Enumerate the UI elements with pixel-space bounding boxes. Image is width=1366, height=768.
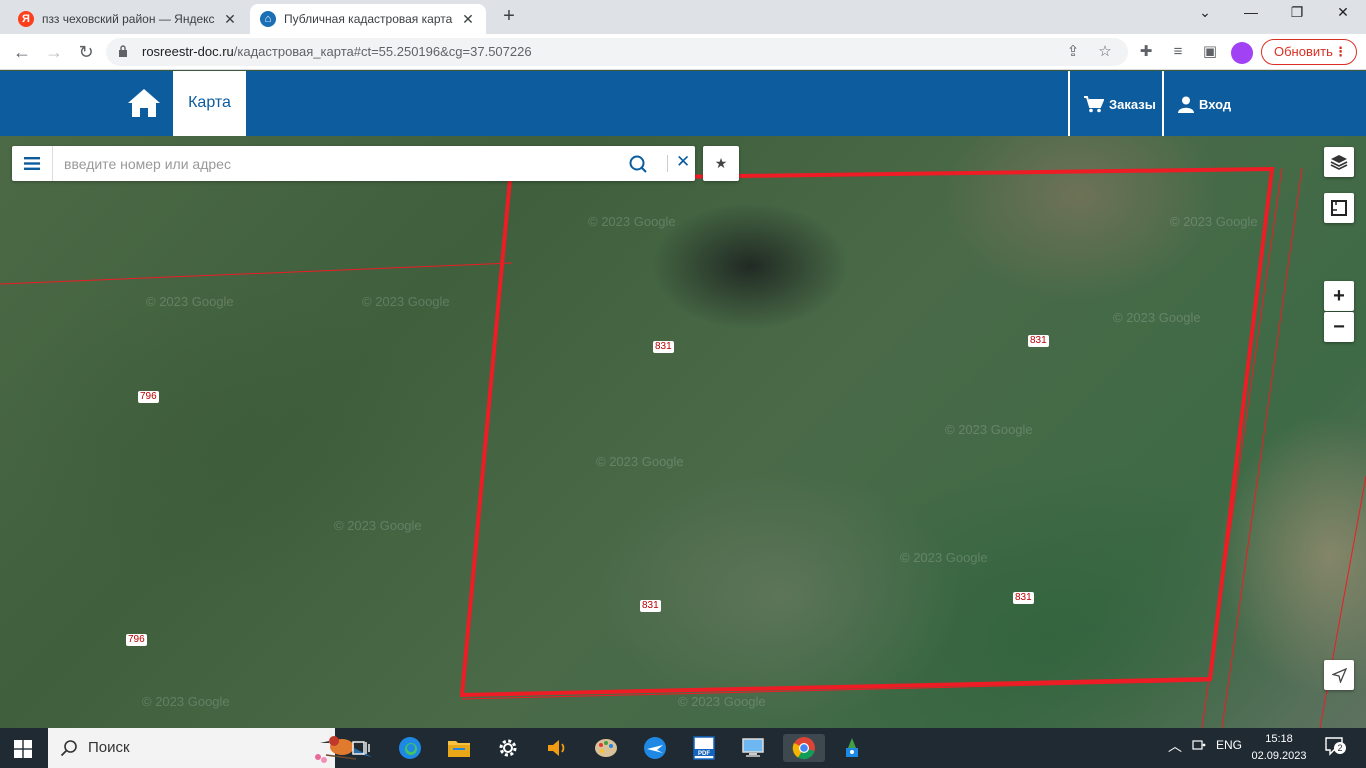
neighbor-boundary-line xyxy=(0,262,513,285)
nav-map-tab[interactable]: Карта xyxy=(173,71,246,136)
edge-browser-icon[interactable] xyxy=(396,734,424,762)
zoom-in-button[interactable]: + xyxy=(1324,281,1354,311)
new-tab-button[interactable]: + xyxy=(498,6,520,28)
search-divider xyxy=(667,155,668,172)
share-icon[interactable]: ⇪ xyxy=(1064,43,1082,61)
neighbor-boundary-line xyxy=(1319,475,1366,728)
layers-button[interactable] xyxy=(1324,147,1354,177)
layers-icon xyxy=(1330,155,1348,170)
hamburger-icon xyxy=(24,157,40,170)
header-divider xyxy=(1162,71,1164,136)
tray-status-icon[interactable] xyxy=(1192,738,1206,755)
clear-search-icon[interactable]: ✕ xyxy=(676,152,690,172)
menu-dots-icon: ⋮ xyxy=(1334,44,1347,59)
plot-number-label[interactable]: 796 xyxy=(126,634,147,646)
settings-gear-icon[interactable] xyxy=(494,734,522,762)
parcel-boundaries xyxy=(0,166,1366,728)
home-icon: ⌂ xyxy=(260,11,276,27)
windows-taskbar: Поиск PDF ︿ ENG 15:18 02.09.2023 2 xyxy=(0,728,1366,768)
location-arrow-icon xyxy=(1331,667,1347,683)
lock-icon xyxy=(119,45,127,57)
media-icon[interactable]: ≡ xyxy=(1168,42,1188,62)
tab-yandex[interactable]: Я пзз чеховский район — Яндекс ✕ xyxy=(8,4,248,34)
sound-speaker-icon[interactable] xyxy=(543,734,571,762)
paint-palette-icon[interactable] xyxy=(592,734,620,762)
file-explorer-icon[interactable] xyxy=(445,734,473,762)
selected-parcel-boundary[interactable] xyxy=(459,166,1275,698)
restore-button[interactable]: ❐ xyxy=(1274,4,1320,26)
profile-avatar[interactable] xyxy=(1231,42,1253,64)
plane-app-icon[interactable] xyxy=(641,734,669,762)
geolocate-button[interactable] xyxy=(1324,660,1354,690)
menu-button[interactable] xyxy=(12,146,53,181)
update-label: Обновить xyxy=(1274,44,1333,59)
pdf-app-icon[interactable]: PDF xyxy=(690,734,718,762)
windows-start-icon[interactable] xyxy=(14,740,32,758)
reload-button[interactable]: ↻ xyxy=(74,40,98,64)
favorites-star-button[interactable]: ★ xyxy=(703,146,739,181)
home-icon[interactable] xyxy=(126,87,162,119)
plot-number-label[interactable]: 831 xyxy=(1028,335,1049,347)
close-tab-icon[interactable]: ✕ xyxy=(460,11,476,27)
window-close-button[interactable]: ✕ xyxy=(1320,4,1366,26)
plot-number-label[interactable]: 831 xyxy=(653,341,674,353)
notifications-button[interactable]: 2 xyxy=(1324,736,1346,759)
login-link[interactable]: Вход xyxy=(1178,95,1231,113)
close-tab-icon[interactable]: ✕ xyxy=(222,11,238,27)
forward-button[interactable]: → xyxy=(42,40,66,64)
header-divider xyxy=(1068,71,1070,136)
tray-chevron-icon[interactable]: ︿ xyxy=(1168,736,1182,756)
taskbar-search-label: Поиск xyxy=(88,739,130,756)
minimize-button[interactable]: — xyxy=(1228,4,1274,26)
sidepanel-icon[interactable]: ▣ xyxy=(1200,42,1220,62)
search-icon xyxy=(60,740,77,757)
computer-icon[interactable] xyxy=(739,734,767,762)
ruler-icon xyxy=(1331,200,1347,216)
tab-cadastral-map[interactable]: ⌂ Публичная кадастровая карта 2 ✕ xyxy=(250,4,486,34)
update-button[interactable]: Обновить ⋮ xyxy=(1261,39,1357,65)
tab-search-icon[interactable]: ⌄ xyxy=(1182,4,1228,26)
zoom-out-button[interactable]: − xyxy=(1324,312,1354,342)
neighbor-boundary-line xyxy=(461,680,1209,700)
plot-number-label[interactable]: 796 xyxy=(138,391,159,403)
search-icon[interactable] xyxy=(628,154,648,174)
url-text: rosreestr-doc.ru/кадастровая_карта#ct=55… xyxy=(142,44,532,59)
user-icon xyxy=(1178,96,1194,113)
browser-tabstrip: Я пзз чеховский район — Яндекс ✕ ⌂ Публи… xyxy=(0,0,1366,34)
taskbar-search[interactable]: Поиск xyxy=(48,728,372,768)
svg-text:PDF: PDF xyxy=(698,751,710,757)
orders-label: Заказы xyxy=(1109,96,1156,112)
back-button[interactable]: ← xyxy=(10,40,34,64)
address-bar[interactable]: rosreestr-doc.ru/кадастровая_карта#ct=55… xyxy=(106,38,1128,66)
clock-date: 02.09.2023 xyxy=(1251,750,1307,762)
plot-number-label[interactable]: 831 xyxy=(640,600,661,612)
url-path: /кадастровая_карта#ct=55.250196&cg=37.50… xyxy=(233,44,532,59)
wizard-app-icon[interactable] xyxy=(838,734,866,762)
plot-number-label[interactable]: 831 xyxy=(1013,592,1034,604)
search-input[interactable] xyxy=(64,154,624,174)
extensions-icon[interactable]: ✚ xyxy=(1136,42,1156,62)
browser-toolbar: ← → ↻ rosreestr-doc.ru/кадастровая_карта… xyxy=(0,34,1366,70)
bookmark-star-icon[interactable]: ☆ xyxy=(1096,43,1114,61)
cart-icon xyxy=(1084,95,1104,112)
tab-title: Публичная кадастровая карта 2 xyxy=(284,12,454,26)
notification-count-badge: 2 xyxy=(1334,742,1346,754)
ruler-button[interactable] xyxy=(1324,193,1354,223)
tab-title: пзз чеховский район — Яндекс xyxy=(42,12,215,26)
task-view-icon[interactable] xyxy=(347,734,375,762)
chrome-browser-icon[interactable] xyxy=(783,734,825,762)
url-domain: rosreestr-doc.ru xyxy=(142,44,234,59)
login-label: Вход xyxy=(1199,96,1232,112)
map-search-bar: ✕ xyxy=(12,146,695,181)
yandex-icon: Я xyxy=(18,11,34,27)
clock-time: 15:18 xyxy=(1265,733,1293,745)
system-clock[interactable]: 15:18 02.09.2023 xyxy=(1249,731,1309,765)
language-indicator[interactable]: ENG xyxy=(1216,738,1242,752)
cadastral-map[interactable]: © 2023 Google © 2023 Google © 2023 Googl… xyxy=(0,136,1366,728)
site-header: Карта Заказы Вход xyxy=(0,71,1366,136)
orders-link[interactable]: Заказы xyxy=(1084,95,1156,113)
